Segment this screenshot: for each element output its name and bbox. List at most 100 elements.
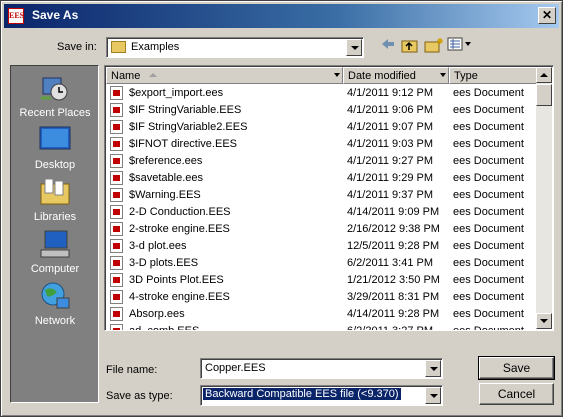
place-label: Desktop (34, 159, 76, 171)
column-header-type[interactable]: Type (449, 67, 538, 84)
cancel-button[interactable]: Cancel (479, 383, 554, 405)
libraries-icon (37, 176, 73, 208)
file-list[interactable]: Name Date modified Type $export_import.e… (104, 65, 554, 331)
file-name-cell: 2-D Conduction.EES (129, 206, 231, 218)
file-date-cell: 1/21/2012 3:50 PM (347, 274, 440, 286)
place-desktop[interactable]: Desktop (11, 124, 99, 171)
place-label: Computer (30, 263, 80, 275)
table-row[interactable]: $Warning.EES 4/1/2011 9:37 PM ees Document (106, 187, 538, 204)
file-name-cell: $Warning.EES (129, 189, 201, 201)
file-type-cell: ees Document (453, 189, 524, 201)
table-row[interactable]: 4-stroke engine.EES 3/29/2011 8:31 PM ees … (106, 289, 538, 306)
computer-icon (37, 228, 73, 260)
view-menu-icon[interactable] (447, 37, 473, 57)
table-row[interactable]: $IFNOT directive.EES 4/1/2011 9:03 PM ees … (106, 136, 538, 153)
file-date-cell: 3/29/2011 8:31 PM (347, 291, 440, 303)
place-computer[interactable]: Computer (11, 228, 99, 275)
save-type-value: Backward Compatible EES file (<9.370) (203, 388, 401, 400)
file-type-cell: ees Document (453, 206, 524, 218)
file-type-cell: ees Document (453, 274, 524, 286)
save-in-location: Examples (131, 41, 180, 53)
table-row[interactable]: $IF StringVariable.EES 4/1/2011 9:06 PM ee… (106, 102, 538, 119)
new-folder-icon[interactable] (424, 37, 444, 57)
file-type-cell: ees Document (453, 138, 524, 150)
chevron-down-icon[interactable] (346, 39, 362, 56)
file-name-cell: 4-stroke engine.EES (129, 291, 230, 303)
file-type-cell: ees Document (453, 291, 524, 303)
file-type-cell: ees Document (453, 223, 524, 235)
table-row[interactable]: 3D Points Plot.EES 1/21/2012 3:50 PM ees D… (106, 272, 538, 289)
ees-file-icon (110, 307, 123, 321)
save-button[interactable]: Save (478, 356, 555, 380)
ees-file-icon (110, 137, 123, 151)
place-network[interactable]: Network (11, 280, 99, 327)
file-name-cell: 3-D plots.EES (129, 257, 199, 269)
table-row[interactable]: $savetable.ees 4/1/2011 9:29 PM ees Docume… (106, 170, 538, 187)
column-filter-icon[interactable] (440, 73, 446, 77)
file-date-cell: 4/1/2011 9:03 PM (347, 138, 434, 150)
vertical-scrollbar[interactable] (536, 67, 552, 329)
scroll-up-button[interactable] (536, 67, 552, 83)
file-date-cell: 2/16/2012 9:38 PM (347, 223, 440, 235)
table-row[interactable]: $export_import.ees 4/1/2011 9:12 PM ees Do… (106, 85, 538, 102)
close-button[interactable]: ✕ (538, 7, 556, 24)
file-name-cell: $reference.ees (129, 155, 203, 167)
save-type-dropdown[interactable]: Backward Compatible EES file (<9.370) (200, 385, 443, 406)
ees-file-icon (110, 205, 123, 219)
ees-file-icon (110, 239, 123, 253)
save-type-label: Save as type: (106, 390, 173, 402)
title-bar[interactable]: EES Save As ✕ (4, 4, 559, 28)
table-row[interactable]: $IF StringVariable2.EES 4/1/2011 9:07 PM e… (106, 119, 538, 136)
table-row[interactable]: 3-d plot.ees 12/5/2011 9:28 PM ees Documen… (106, 238, 538, 255)
column-filter-icon[interactable] (334, 73, 340, 77)
file-type-cell: ees Document (453, 257, 524, 269)
file-date-cell: 6/2/2011 3:27 PM (347, 325, 434, 331)
ees-file-icon (110, 171, 123, 185)
ees-file-icon (110, 154, 123, 168)
file-type-cell: ees Document (453, 121, 524, 133)
dialog-title: Save As (32, 8, 79, 22)
column-header-date[interactable]: Date modified (343, 67, 449, 84)
scroll-down-button[interactable] (536, 313, 552, 329)
ees-file-icon (110, 86, 123, 100)
table-row[interactable]: $reference.ees 4/1/2011 9:27 PM ees Docume… (106, 153, 538, 170)
scroll-thumb[interactable] (536, 84, 552, 106)
ees-file-icon (110, 103, 123, 117)
column-header-name[interactable]: Name (106, 67, 343, 84)
chevron-down-icon[interactable] (425, 360, 441, 377)
ees-file-icon (110, 290, 123, 304)
file-name-label: File name: (106, 364, 158, 376)
file-name-cell: 3-d plot.ees (129, 240, 187, 252)
table-row[interactable]: Absorp.ees 4/14/2011 9:28 PM ees Document (106, 306, 538, 323)
file-name-input[interactable]: Copper.EES (200, 358, 443, 379)
file-date-cell: 4/1/2011 9:37 PM (347, 189, 434, 201)
recent-places-icon (37, 72, 73, 104)
file-name-cell: $IFNOT directive.EES (129, 138, 237, 150)
file-date-cell: 4/14/2011 9:28 PM (347, 308, 440, 320)
save-in-dropdown[interactable]: Examples (106, 37, 364, 58)
ees-file-icon (110, 324, 123, 330)
place-label: Network (34, 315, 76, 327)
chevron-down-icon[interactable] (425, 387, 441, 404)
sort-arrow-icon (149, 73, 157, 77)
file-name-cell: ad_comb.EES (129, 325, 200, 331)
ees-app-icon: EES (8, 8, 24, 24)
ees-file-icon (110, 222, 123, 236)
up-folder-icon[interactable] (400, 37, 420, 57)
file-list-header: Name Date modified Type (106, 67, 538, 84)
place-recent-places[interactable]: Recent Places (11, 72, 99, 119)
table-row[interactable]: ad_comb.EES 6/2/2011 3:27 PM ees Document (106, 323, 538, 331)
file-date-cell: 4/1/2011 9:06 PM (347, 104, 434, 116)
ees-file-icon (110, 120, 123, 134)
table-row[interactable]: 3-D plots.EES 6/2/2011 3:41 PM ees Documen… (106, 255, 538, 272)
file-date-cell: 4/1/2011 9:29 PM (347, 172, 434, 184)
place-libraries[interactable]: Libraries (11, 176, 99, 223)
desktop-icon (37, 124, 73, 156)
ees-file-icon (110, 256, 123, 270)
file-name-cell: $savetable.ees (129, 172, 203, 184)
file-name-cell: $IF StringVariable.EES (129, 104, 242, 116)
table-row[interactable]: 2-stroke engine.EES 2/16/2012 9:38 PM ees … (106, 221, 538, 238)
back-arrow-icon[interactable] (378, 37, 398, 57)
table-row[interactable]: 2-D Conduction.EES 4/14/2011 9:09 PM ees D… (106, 204, 538, 221)
file-type-cell: ees Document (453, 308, 524, 320)
